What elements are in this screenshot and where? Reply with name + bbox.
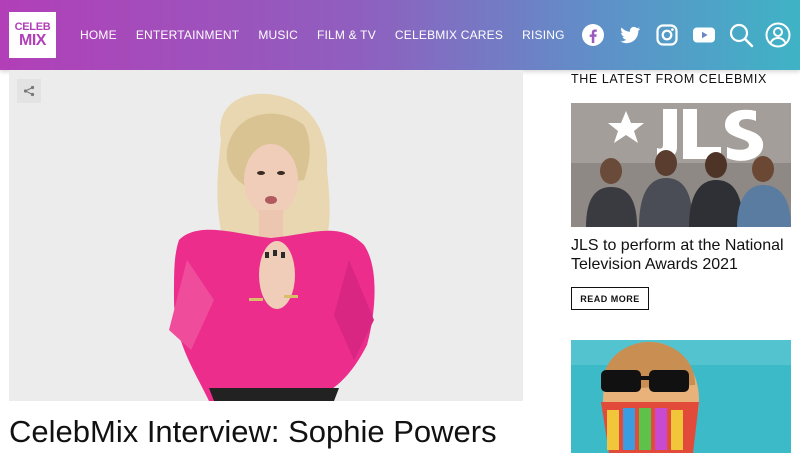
- youtube-icon[interactable]: [691, 22, 717, 48]
- latest-card-1-title[interactable]: JLS to perform at the National Televisio…: [571, 236, 796, 274]
- nav-entertainment[interactable]: ENTERTAINMENT: [136, 28, 240, 42]
- jls-photo: [571, 103, 791, 227]
- twitter-icon[interactable]: [617, 22, 643, 48]
- main-nav: HOME ENTERTAINMENT MUSIC FILM & TV CELEB…: [80, 0, 584, 70]
- site-logo[interactable]: CELEB MIX: [9, 12, 56, 58]
- search-icon[interactable]: [728, 22, 754, 48]
- article-headline[interactable]: CelebMix Interview: Sophie Powers: [9, 414, 539, 450]
- social-icons: [569, 19, 791, 51]
- sidebar-section-title: THE LATEST FROM CELEBMIX: [571, 72, 767, 86]
- instagram-icon[interactable]: [654, 22, 680, 48]
- nav-home[interactable]: HOME: [80, 28, 117, 42]
- elton-photo: [571, 340, 791, 453]
- site-header: CELEB MIX HOME ENTERTAINMENT MUSIC FILM …: [0, 0, 800, 70]
- latest-card-1-image[interactable]: [571, 103, 791, 227]
- share-button[interactable]: [17, 79, 41, 103]
- user-icon[interactable]: [765, 22, 791, 48]
- nav-film-tv[interactable]: FILM & TV: [317, 28, 376, 42]
- facebook-icon[interactable]: [580, 22, 606, 48]
- nav-rising[interactable]: RISING: [522, 28, 565, 42]
- logo-line-2: MIX: [19, 32, 46, 49]
- article-hero-image[interactable]: [9, 70, 523, 401]
- latest-card-2-image[interactable]: [571, 340, 791, 453]
- nav-celebmix-cares[interactable]: CELEBMIX CARES: [395, 28, 503, 42]
- nav-music[interactable]: MUSIC: [258, 28, 298, 42]
- share-icon: [23, 85, 35, 97]
- read-more-button[interactable]: READ MORE: [571, 287, 649, 310]
- hero-photo: [9, 70, 523, 401]
